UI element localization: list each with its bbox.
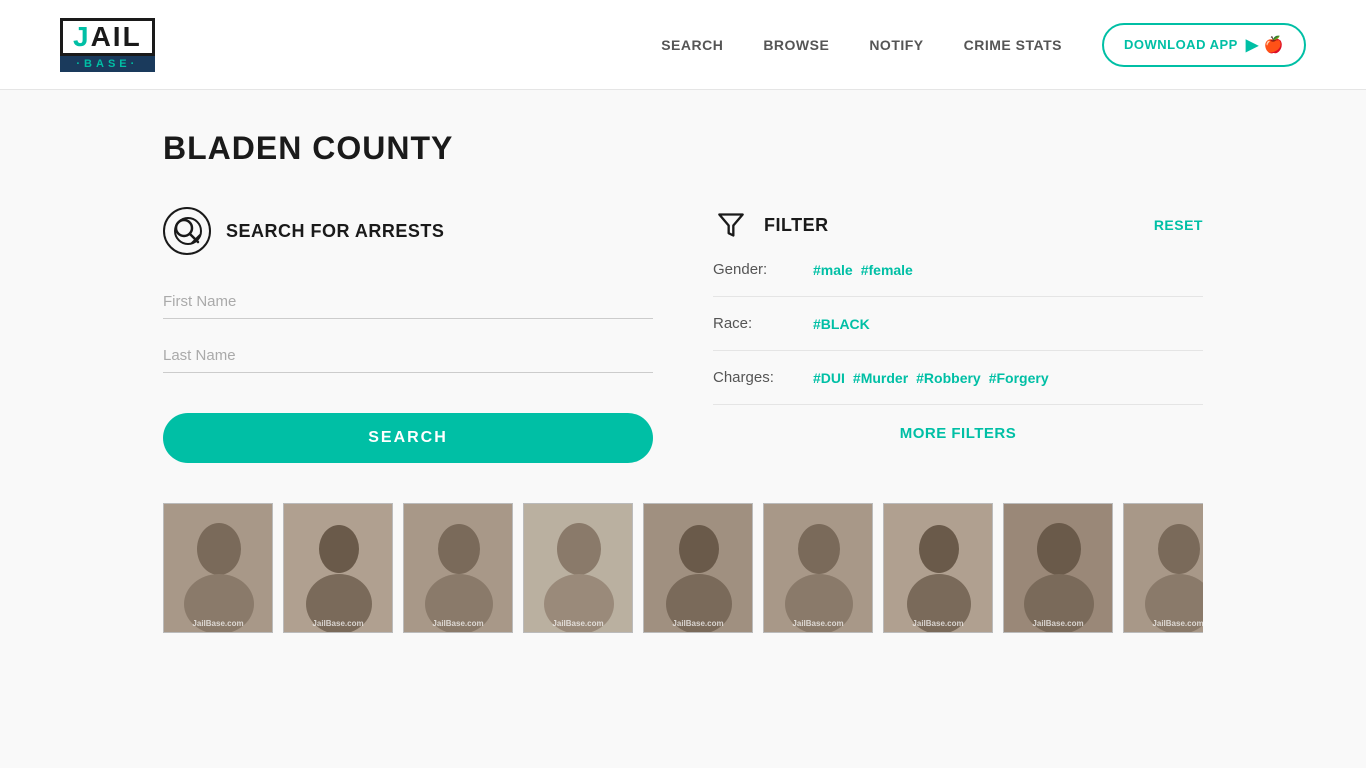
site-header: JAIL ·BASE· SEARCH BROWSE NOTIFY CRIME S… [0,0,1366,90]
mugshot-placeholder-9: JailBase.com [1124,504,1203,632]
gender-tags: #male #female [813,262,913,278]
mugshot-watermark-9: JailBase.com [1152,619,1203,628]
filter-panel: FILTER RESET Gender: #male #female Race:… [713,207,1203,463]
charges-tags: #DUI #Murder #Robbery #Forgery [813,370,1049,386]
race-label: Race: [713,315,793,332]
search-panel: SEARCH FOR ARRESTS SEARCH [163,207,653,463]
mugshot-watermark-2: JailBase.com [312,619,363,628]
mugshot-placeholder-4: JailBase.com [524,504,632,632]
filter-header-left: FILTER [713,207,829,243]
nav-crime-stats[interactable]: CRIME STATS [964,37,1062,53]
mugshot-1[interactable]: JailBase.com [163,503,273,633]
mugshot-svg-2 [284,504,393,633]
mugshot-watermark-4: JailBase.com [552,619,603,628]
logo[interactable]: JAIL ·BASE· [60,18,155,72]
main-content: BLADEN COUNTY SEARCH FOR ARRESTS SEARCH [103,90,1263,673]
charges-filter-row: Charges: #DUI #Murder #Robbery #Forgery [713,351,1203,405]
mugshot-svg-3 [404,504,513,633]
charges-tag-robbery[interactable]: #Robbery [916,370,981,386]
mugshot-placeholder-2: JailBase.com [284,504,392,632]
mugshot-placeholder-5: JailBase.com [644,504,752,632]
first-name-group [163,285,653,319]
filter-header: FILTER RESET [713,207,1203,243]
mugshot-8[interactable]: JailBase.com [1003,503,1113,633]
last-name-input[interactable] [163,339,653,373]
gender-tag-female[interactable]: #female [861,262,913,278]
mugshot-4[interactable]: JailBase.com [523,503,633,633]
main-nav: SEARCH BROWSE NOTIFY CRIME STATS DOWNLOA… [661,23,1306,67]
mugshot-placeholder-8: JailBase.com [1004,504,1112,632]
mugshot-watermark-3: JailBase.com [432,619,483,628]
logo-jail-text: JAIL [60,18,155,56]
mugshot-svg-4 [524,504,633,633]
charges-tag-dui[interactable]: #DUI [813,370,845,386]
charges-tag-forgery[interactable]: #Forgery [989,370,1049,386]
mugshot-svg-7 [884,504,993,633]
mugshot-watermark-8: JailBase.com [1032,619,1083,628]
search-svg-icon [173,217,201,245]
gender-label: Gender: [713,261,793,278]
race-tag-black[interactable]: #BLACK [813,316,870,332]
mugshot-9[interactable]: JailBase.com [1123,503,1203,633]
charges-label: Charges: [713,369,793,386]
last-name-group [163,339,653,373]
logo-j: J [73,21,91,52]
gender-tag-male[interactable]: #male [813,262,853,278]
reset-button[interactable]: RESET [1154,217,1203,233]
filter-icon [713,207,749,243]
mugshot-svg-8 [1004,504,1113,633]
mugshot-watermark-1: JailBase.com [192,619,243,628]
mugshot-2[interactable]: JailBase.com [283,503,393,633]
search-icon [163,207,211,255]
search-filter-area: SEARCH FOR ARRESTS SEARCH FILTER [163,207,1203,463]
mugshot-6[interactable]: JailBase.com [763,503,873,633]
mugshot-5[interactable]: JailBase.com [643,503,753,633]
search-header: SEARCH FOR ARRESTS [163,207,653,255]
nav-search[interactable]: SEARCH [661,37,723,53]
charges-tag-murder[interactable]: #Murder [853,370,908,386]
mugshot-svg-5 [644,504,753,633]
race-filter-row: Race: #BLACK [713,297,1203,351]
nav-notify[interactable]: NOTIFY [869,37,923,53]
mugshots-row: JailBase.com JailBase.com JailBase [163,503,1203,633]
mugshot-placeholder-6: JailBase.com [764,504,872,632]
mugshot-3[interactable]: JailBase.com [403,503,513,633]
filter-section-title: FILTER [764,215,829,236]
mugshot-placeholder-1: JailBase.com [164,504,272,632]
gender-filter-row: Gender: #male #female [713,243,1203,297]
more-filters-button[interactable]: MORE FILTERS [713,425,1203,442]
mugshot-svg-9 [1124,504,1203,633]
page-title: BLADEN COUNTY [163,130,1203,167]
search-button[interactable]: SEARCH [163,413,653,463]
mugshot-svg-6 [764,504,873,633]
download-app-label: DOWNLOAD APP [1124,37,1238,52]
mugshot-svg-1 [164,504,273,633]
mugshot-watermark-6: JailBase.com [792,619,843,628]
funnel-svg-icon [717,211,745,239]
mugshot-watermark-5: JailBase.com [672,619,723,628]
nav-browse[interactable]: BROWSE [763,37,829,53]
search-section-title: SEARCH FOR ARRESTS [226,221,444,242]
mugshot-7[interactable]: JailBase.com [883,503,993,633]
race-tags: #BLACK [813,316,870,332]
download-app-button[interactable]: DOWNLOAD APP ▶ 🍎 [1102,23,1306,67]
mugshot-placeholder-7: JailBase.com [884,504,992,632]
download-icons: ▶ 🍎 [1246,35,1284,55]
mugshot-placeholder-3: JailBase.com [404,504,512,632]
logo-base-text: ·BASE· [60,56,155,72]
first-name-input[interactable] [163,285,653,319]
mugshot-watermark-7: JailBase.com [912,619,963,628]
